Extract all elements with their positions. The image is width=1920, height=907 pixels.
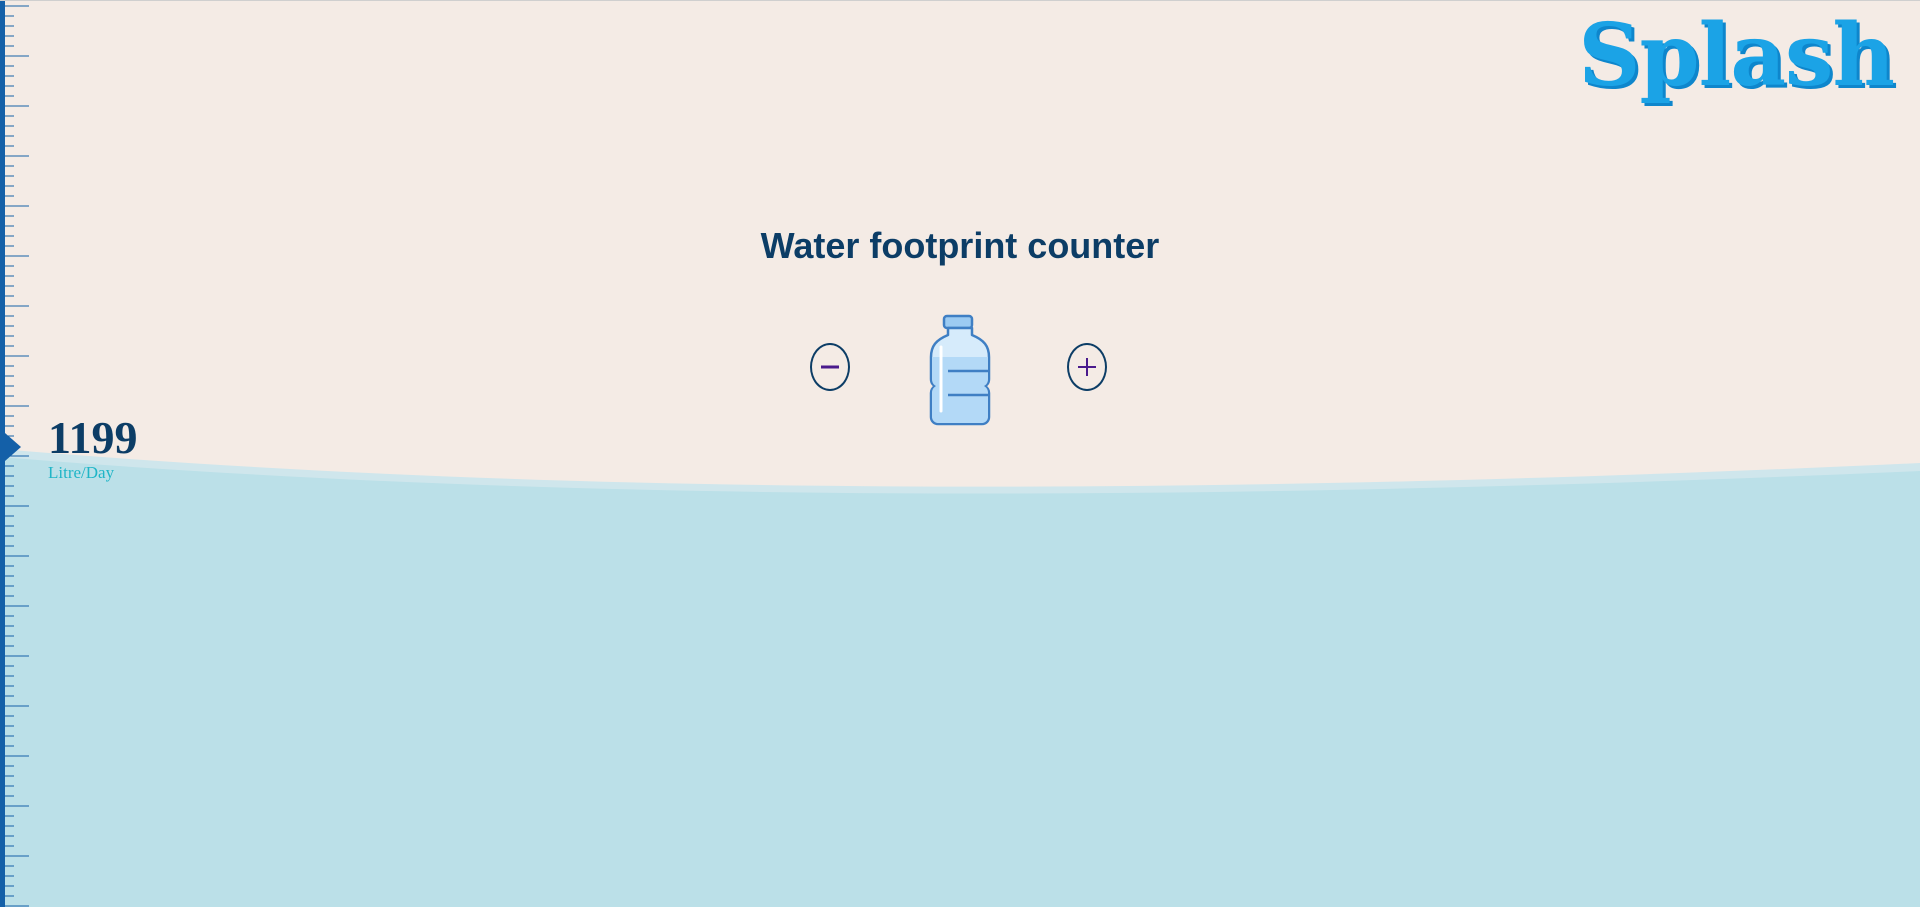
water-footprint-readout: 1199 Litre/Day: [48, 412, 138, 482]
decrement-button[interactable]: [810, 343, 850, 391]
page: Splash Water footprint counter 1199 Litr…: [0, 0, 1920, 907]
footprint-unit: Litre/Day: [48, 463, 115, 482]
page-title: Water footprint counter: [760, 225, 1160, 266]
minus-icon: [821, 365, 839, 369]
splash-logo[interactable]: Splash: [1578, 13, 1895, 99]
water-bottle-icon: [929, 314, 991, 426]
ruler-bar: [0, 1, 5, 907]
footprint-value: 1199: [48, 412, 138, 463]
increment-button[interactable]: [1067, 343, 1107, 391]
level-marker-icon: [5, 433, 21, 461]
water-level-fill: [0, 449, 1920, 907]
plus-icon: [1078, 358, 1096, 376]
level-ruler: [0, 1, 29, 907]
